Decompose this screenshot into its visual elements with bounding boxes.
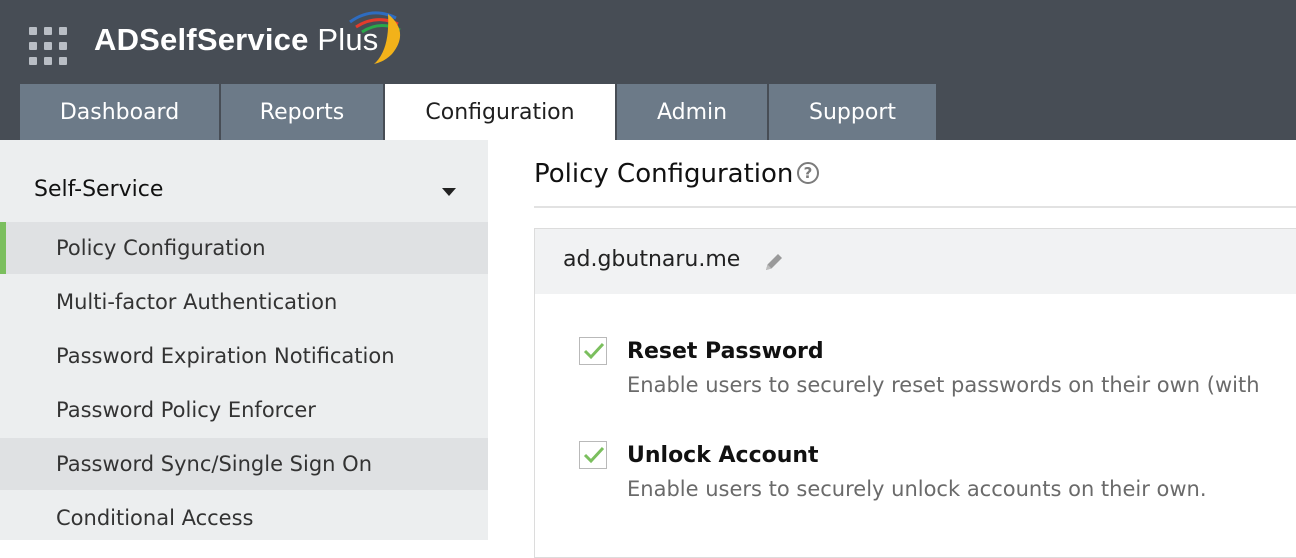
- sidebar-item-password-sync-sso[interactable]: Password Sync/Single Sign On: [0, 438, 488, 490]
- tab-admin[interactable]: Admin: [617, 84, 767, 140]
- caret-down-icon[interactable]: [442, 188, 456, 196]
- sidebar-item-password-expiration-notification[interactable]: Password Expiration Notification: [0, 330, 488, 382]
- top-header: ADSelfService Plus Dashboard Reports Con…: [0, 0, 1296, 140]
- product-name: ADSelfService Plus: [94, 22, 379, 57]
- page-title: Policy Configuration: [534, 159, 794, 189]
- domain-header: ad.gbutnaru.me: [535, 229, 1296, 294]
- sidebar-item-multi-factor-authentication[interactable]: Multi-factor Authentication: [0, 276, 488, 328]
- reset-password-checkbox[interactable]: [579, 337, 607, 365]
- pencil-edit-icon[interactable]: [761, 249, 787, 275]
- domain-name: ad.gbutnaru.me: [563, 247, 741, 272]
- option-description: Enable users to securely unlock accounts…: [627, 477, 1207, 501]
- tab-configuration[interactable]: Configuration: [385, 84, 615, 140]
- unlock-account-checkbox[interactable]: [579, 441, 607, 469]
- sidebar-section-self-service[interactable]: Self-Service: [34, 174, 464, 204]
- app-grid-icon[interactable]: [29, 27, 67, 65]
- sidebar-item-policy-configuration[interactable]: Policy Configuration: [0, 222, 488, 274]
- sidebar-item-conditional-access[interactable]: Conditional Access: [0, 492, 488, 544]
- logo-swoosh-icon: [349, 11, 401, 64]
- title-divider: [534, 206, 1296, 208]
- sidebar: Self-Service Policy Configuration Multi-…: [0, 140, 488, 540]
- option-description: Enable users to securely reset passwords…: [627, 373, 1260, 397]
- option-title: Reset Password: [627, 339, 824, 364]
- tab-support[interactable]: Support: [769, 84, 936, 140]
- main-nav-tabs: Dashboard Reports Configuration Admin Su…: [20, 84, 936, 140]
- sidebar-section-label: Self-Service: [34, 176, 164, 202]
- sidebar-item-password-policy-enforcer[interactable]: Password Policy Enforcer: [0, 384, 488, 436]
- tab-reports[interactable]: Reports: [221, 84, 383, 140]
- help-icon[interactable]: ?: [797, 162, 819, 184]
- product-logo[interactable]: ADSelfService Plus: [94, 10, 401, 70]
- option-title: Unlock Account: [627, 443, 819, 468]
- checkmark-icon: [583, 446, 605, 464]
- checkmark-icon: [583, 342, 605, 360]
- policy-panel: ad.gbutnaru.me Reset Password Enable use…: [534, 228, 1296, 558]
- tab-dashboard[interactable]: Dashboard: [20, 84, 219, 140]
